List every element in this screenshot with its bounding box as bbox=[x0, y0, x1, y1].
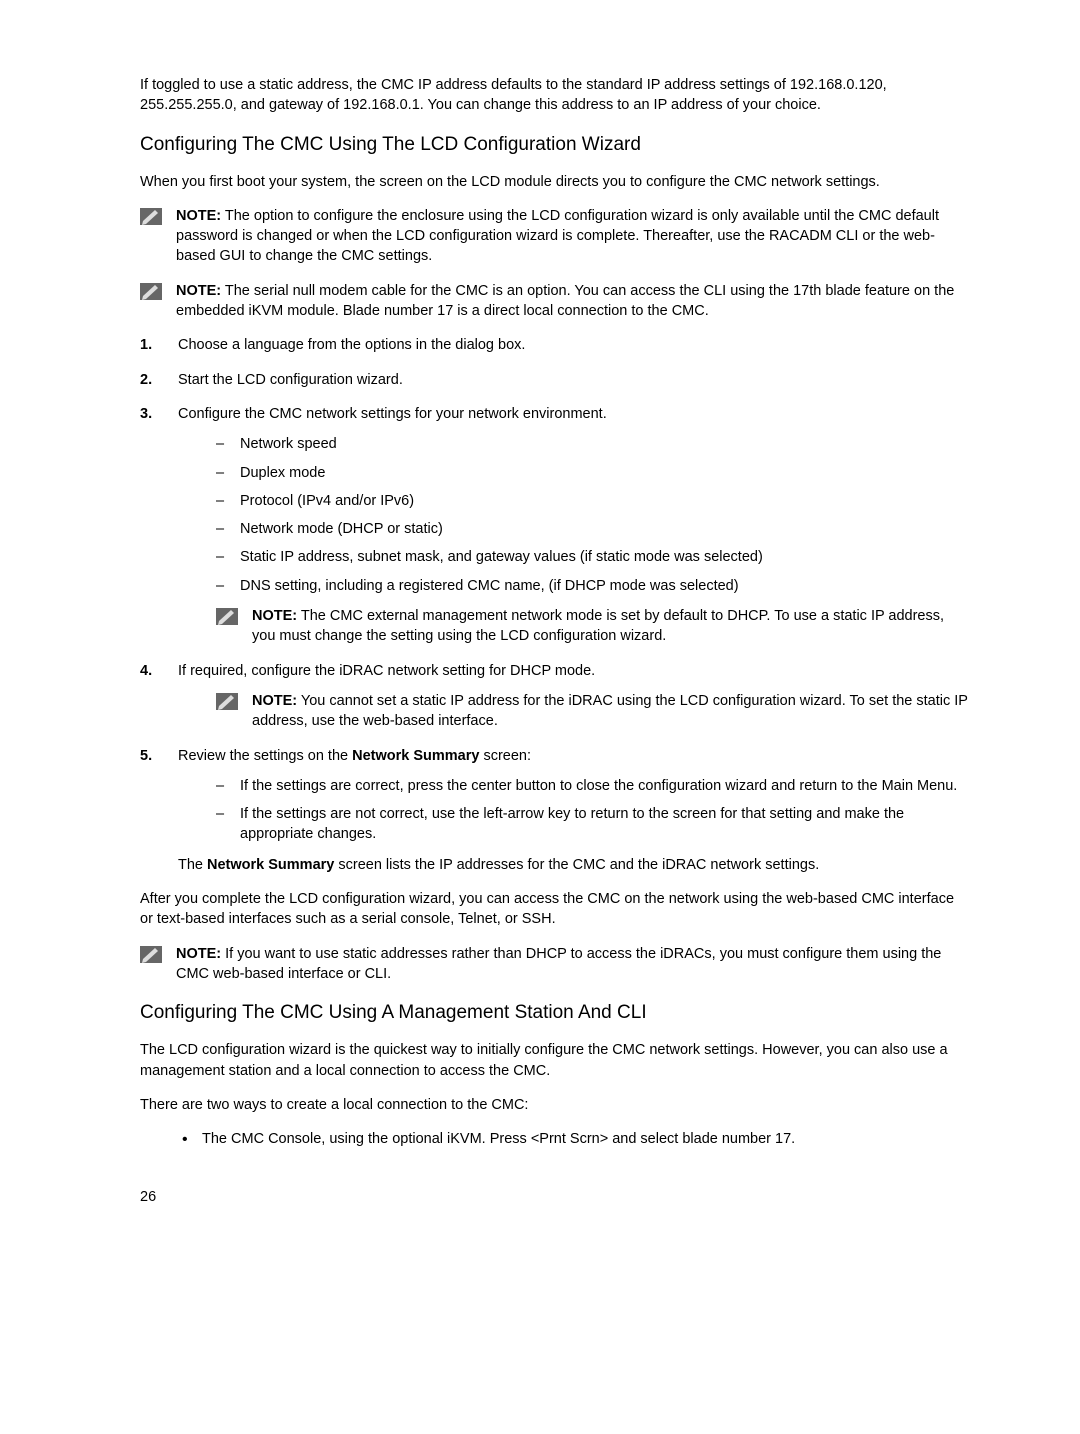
pencil-icon bbox=[140, 208, 162, 225]
pencil-icon bbox=[140, 283, 162, 300]
section1-intro: When you first boot your system, the scr… bbox=[140, 172, 970, 192]
s3-item-b: Duplex mode bbox=[216, 463, 970, 483]
step-3-text: Configure the CMC network settings for y… bbox=[178, 406, 607, 422]
page-number: 26 bbox=[140, 1189, 970, 1205]
pencil-icon bbox=[216, 693, 238, 710]
steps-list: Choose a language from the options in th… bbox=[140, 335, 970, 875]
closing-note: NOTE: If you want to use static addresse… bbox=[140, 944, 970, 985]
section2-p1: The LCD configuration wizard is the quic… bbox=[140, 1040, 970, 1081]
step3-note: NOTE: The CMC external management networ… bbox=[216, 606, 970, 647]
s2-bullet-1: The CMC Console, using the optional iKVM… bbox=[178, 1129, 970, 1149]
section2-p2: There are two ways to create a local con… bbox=[140, 1095, 970, 1115]
note-block-2: NOTE: The serial null modem cable for th… bbox=[140, 281, 970, 322]
step-4: If required, configure the iDRAC network… bbox=[140, 661, 970, 732]
s3-item-c: Protocol (IPv4 and/or IPv6) bbox=[216, 491, 970, 511]
closing-note-text: NOTE: If you want to use static addresse… bbox=[176, 944, 970, 985]
s5-item-b: If the settings are not correct, use the… bbox=[216, 804, 970, 845]
step3-note-text: NOTE: The CMC external management networ… bbox=[252, 606, 970, 647]
s3-item-d: Network mode (DHCP or static) bbox=[216, 519, 970, 539]
step4-note-text: NOTE: You cannot set a static IP address… bbox=[252, 691, 970, 732]
s3-item-f: DNS setting, including a registered CMC … bbox=[216, 576, 970, 596]
step-4-text: If required, configure the iDRAC network… bbox=[178, 663, 595, 679]
s5-item-a: If the settings are correct, press the c… bbox=[216, 776, 970, 796]
section2-bullets: The CMC Console, using the optional iKVM… bbox=[178, 1129, 970, 1149]
step4-note: NOTE: You cannot set a static IP address… bbox=[216, 691, 970, 732]
step-2: Start the LCD configuration wizard. bbox=[140, 370, 970, 390]
section2-heading: Configuring The CMC Using A Management S… bbox=[140, 1002, 970, 1024]
step-5: Review the settings on the Network Summa… bbox=[140, 746, 970, 875]
section1-heading: Configuring The CMC Using The LCD Config… bbox=[140, 134, 970, 156]
step-1: Choose a language from the options in th… bbox=[140, 335, 970, 355]
step3-sublist: Network speed Duplex mode Protocol (IPv4… bbox=[216, 434, 970, 596]
step5-tail: The Network Summary screen lists the IP … bbox=[178, 855, 970, 875]
s3-item-a: Network speed bbox=[216, 434, 970, 454]
s3-item-e: Static IP address, subnet mask, and gate… bbox=[216, 547, 970, 567]
step-5-text: Review the settings on the Network Summa… bbox=[178, 748, 531, 764]
step-3: Configure the CMC network settings for y… bbox=[140, 404, 970, 647]
section1-closing: After you complete the LCD configuration… bbox=[140, 889, 970, 930]
intro-paragraph: If toggled to use a static address, the … bbox=[140, 75, 970, 116]
note-text-2: NOTE: The serial null modem cable for th… bbox=[176, 281, 970, 322]
step5-sublist: If the settings are correct, press the c… bbox=[216, 776, 970, 845]
note-block-1: NOTE: The option to configure the enclos… bbox=[140, 206, 970, 267]
note-text-1: NOTE: The option to configure the enclos… bbox=[176, 206, 970, 267]
pencil-icon bbox=[140, 946, 162, 963]
pencil-icon bbox=[216, 608, 238, 625]
